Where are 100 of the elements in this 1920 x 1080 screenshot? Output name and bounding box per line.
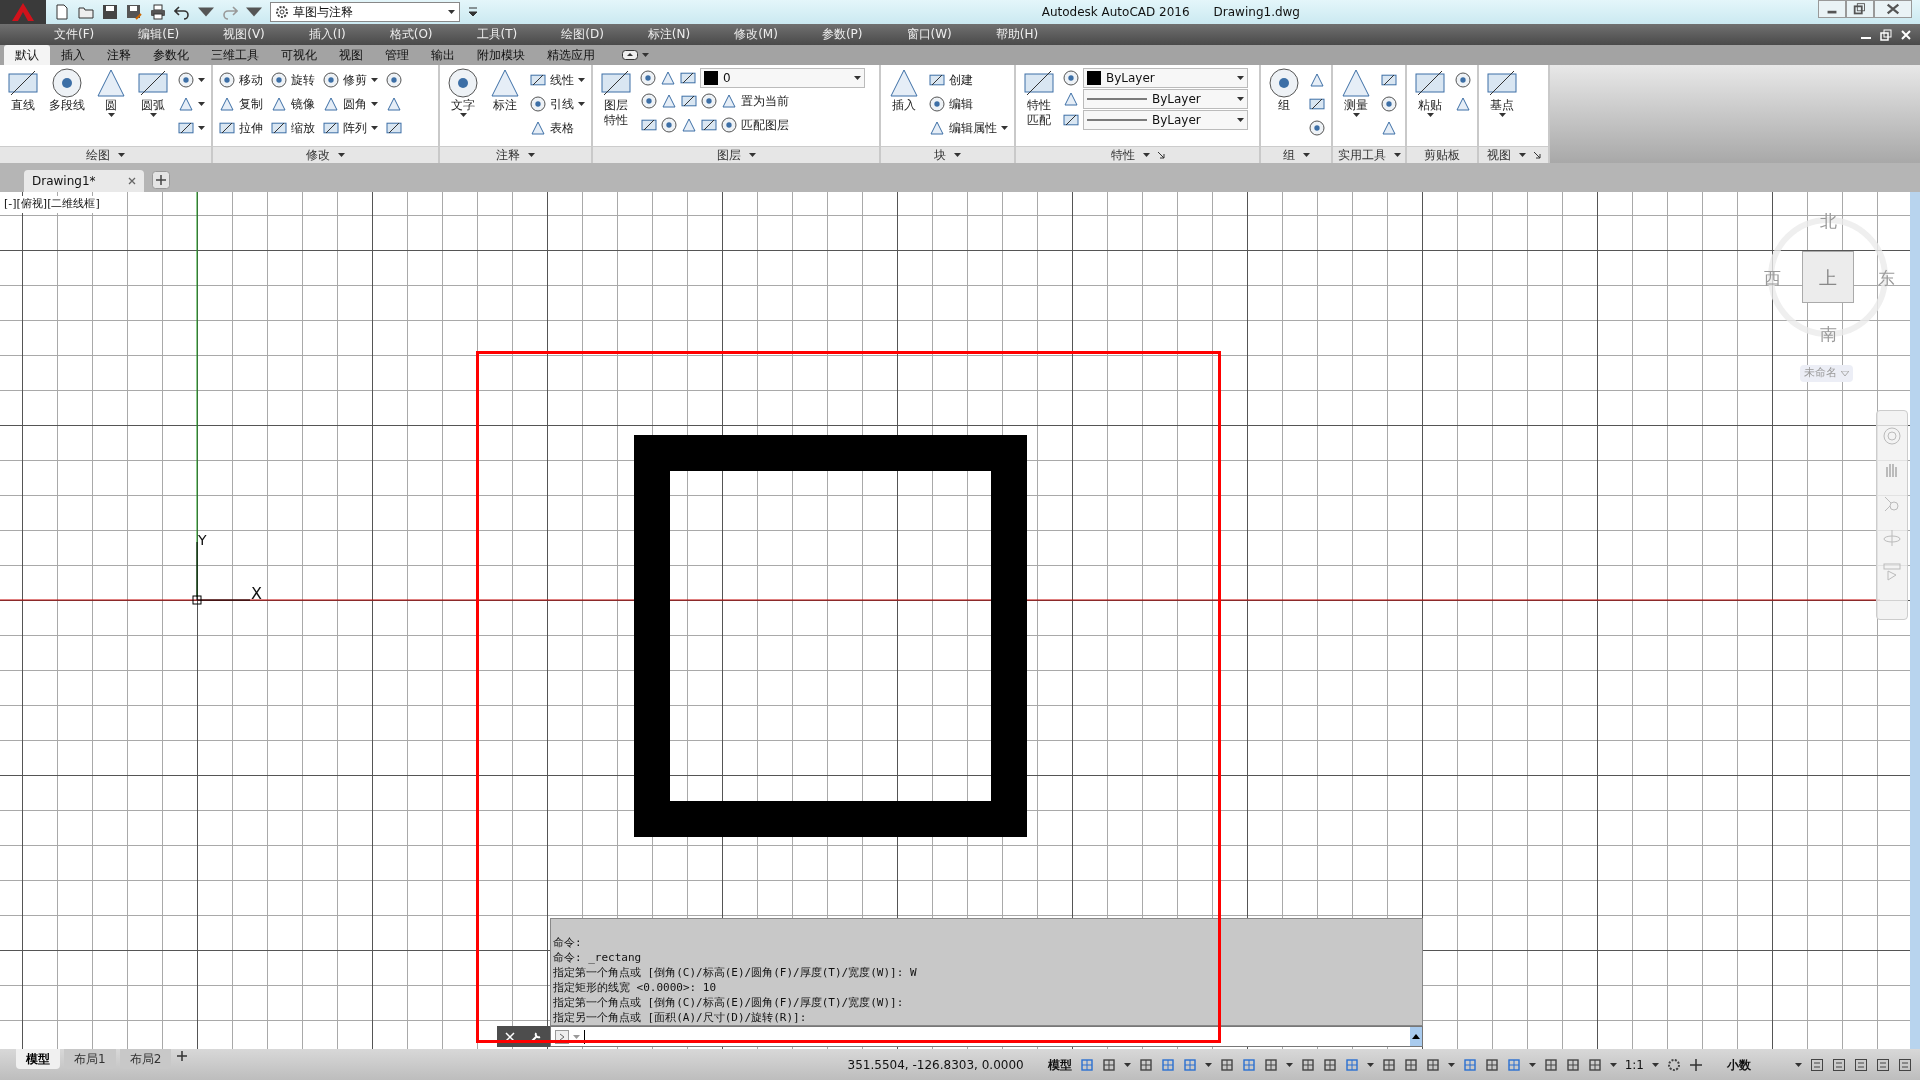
scroll-up-icon[interactable] xyxy=(1410,1027,1422,1046)
file-icon[interactable] xyxy=(54,4,70,20)
toggle-icon[interactable] xyxy=(1182,1057,1197,1072)
toggle-icon[interactable] xyxy=(1587,1057,1602,1072)
wrench-icon[interactable] xyxy=(530,1030,543,1043)
ribbon-tool[interactable]: 表格 xyxy=(529,116,586,139)
caret-icon[interactable] xyxy=(954,153,961,157)
property-select[interactable]: ByLayer xyxy=(1083,89,1248,109)
toggle-icon[interactable] xyxy=(1241,1057,1256,1072)
caret-icon[interactable] xyxy=(1204,1062,1212,1067)
ribbon-tool[interactable]: 插入 xyxy=(886,68,922,146)
menu-icon[interactable] xyxy=(1898,1057,1912,1072)
caret-icon[interactable] xyxy=(198,77,205,82)
calculator-icon[interactable] xyxy=(1810,1057,1824,1072)
ribbon-tab[interactable]: 视图 xyxy=(328,45,374,65)
caret-icon[interactable] xyxy=(578,77,585,82)
ribbon-tool[interactable]: 移动 xyxy=(218,68,264,91)
caret-icon[interactable] xyxy=(1528,1062,1536,1067)
caret-icon[interactable] xyxy=(118,153,125,157)
layout-tab[interactable]: 模型 xyxy=(16,1049,60,1069)
toggle-icon[interactable] xyxy=(1138,1057,1153,1072)
ribbon-tool[interactable]: 圆角 xyxy=(322,92,379,115)
caret-icon[interactable] xyxy=(459,113,467,117)
printer-icon[interactable] xyxy=(150,4,166,20)
ribbon-tool[interactable]: 缩放 xyxy=(270,116,316,139)
caret-icon[interactable] xyxy=(578,101,585,106)
toggle-icon[interactable] xyxy=(1160,1057,1175,1072)
layer-select[interactable]: 0 xyxy=(700,68,865,88)
caret-icon[interactable] xyxy=(198,125,205,130)
undo-icon[interactable] xyxy=(174,4,190,20)
caret-icon[interactable] xyxy=(198,101,205,106)
menu-item[interactable]: 帮助(H) xyxy=(973,24,1061,45)
ribbon-tool[interactable]: 标注 xyxy=(487,68,523,146)
caret-icon[interactable] xyxy=(1393,153,1401,157)
toggle-icon[interactable] xyxy=(1322,1057,1337,1072)
ribbon-tab[interactable]: 精选应用 xyxy=(536,45,606,65)
ribbon-tool[interactable]: 文字 xyxy=(445,68,481,146)
toggle-icon[interactable] xyxy=(1543,1057,1558,1072)
restore-icon[interactable] xyxy=(1880,28,1892,41)
menu-item[interactable]: 绘图(D) xyxy=(539,24,626,45)
plus-icon[interactable] xyxy=(1689,1057,1703,1072)
ribbon-tab[interactable]: 参数化 xyxy=(142,45,200,65)
menu-item[interactable]: 参数(P) xyxy=(799,24,885,45)
ribbon-tool[interactable]: 圆 xyxy=(93,68,129,146)
toggle-icon[interactable] xyxy=(1381,1057,1396,1072)
menu-item[interactable]: 视图(V) xyxy=(201,24,287,45)
ribbon-tool[interactable]: 粘贴 xyxy=(1412,68,1448,146)
ribbon-tab[interactable]: 可视化 xyxy=(270,45,328,65)
viewport-controls[interactable]: [-][俯视][二维线框] xyxy=(4,196,100,213)
add-tab-icon[interactable] xyxy=(175,1049,190,1063)
toggle-icon[interactable] xyxy=(1484,1057,1499,1072)
ribbon-tool[interactable]: 拉伸 xyxy=(218,116,264,139)
menu-item[interactable]: 文件(F) xyxy=(32,24,117,45)
menu-item[interactable]: 格式(O) xyxy=(367,24,455,45)
caret-icon[interactable] xyxy=(1426,113,1434,117)
ribbon-tool[interactable]: 编辑 xyxy=(928,92,1009,115)
toggle-icon[interactable] xyxy=(1506,1057,1521,1072)
caret-icon[interactable] xyxy=(1237,118,1244,122)
menu-item[interactable]: 插入(I) xyxy=(286,24,368,45)
units-select[interactable]: 小数 xyxy=(1727,1055,1787,1074)
caret-icon[interactable] xyxy=(1498,113,1506,117)
ribbon-tool[interactable]: 旋转 xyxy=(270,68,316,91)
folder-icon[interactable] xyxy=(78,4,94,20)
caret-icon[interactable] xyxy=(1142,153,1150,157)
workspace-select[interactable]: 草图与注释 xyxy=(270,2,460,22)
launcher-icon[interactable] xyxy=(1157,151,1165,159)
menu-item[interactable]: 工具(T) xyxy=(454,24,540,45)
document-tab[interactable]: Drawing1* xyxy=(24,170,144,192)
caret-icon[interactable] xyxy=(1285,1062,1293,1067)
toggle-icon[interactable] xyxy=(1101,1057,1116,1072)
close-icon[interactable] xyxy=(1874,0,1912,18)
ribbon-tab[interactable]: 三维工具 xyxy=(200,45,270,65)
caret-icon[interactable] xyxy=(854,76,861,80)
ribbon-tool[interactable]: 编辑属性 xyxy=(928,116,1009,139)
ribbon-tool[interactable]: 组 xyxy=(1266,68,1302,146)
caret-icon[interactable] xyxy=(1352,113,1360,117)
add-tab-icon[interactable] xyxy=(152,171,170,189)
caret-icon[interactable] xyxy=(338,153,345,157)
toggle-icon[interactable] xyxy=(1462,1057,1477,1072)
scroll-bar[interactable] xyxy=(1910,192,1920,1049)
caret-icon[interactable] xyxy=(448,10,455,14)
panel-title[interactable]: 图层 xyxy=(716,146,756,164)
toggle-icon[interactable] xyxy=(1300,1057,1315,1072)
annotation-scale[interactable]: 1:1 xyxy=(1624,1055,1644,1074)
caret-icon[interactable] xyxy=(748,153,756,157)
isolate-icon[interactable] xyxy=(1854,1057,1868,1072)
space-toggle[interactable]: 模型 xyxy=(1047,1055,1072,1074)
ribbon-tab[interactable]: 插入 xyxy=(50,45,96,65)
ribbon-tool[interactable]: 复制 xyxy=(218,92,264,115)
toggle-icon[interactable] xyxy=(1219,1057,1234,1072)
ribbon-tool[interactable]: 多段线 xyxy=(47,68,87,146)
menu-item[interactable]: 窗口(W) xyxy=(884,24,974,45)
ribbon-tool[interactable]: 基点 xyxy=(1484,68,1520,146)
panel-title[interactable]: 绘图 xyxy=(86,146,125,164)
ribbon-tool[interactable]: 测量 xyxy=(1338,68,1374,146)
caret-icon[interactable] xyxy=(642,53,649,57)
property-select[interactable]: ByLayer xyxy=(1083,68,1248,88)
panel-title[interactable]: 特性 xyxy=(1110,146,1150,164)
fullscreen-icon[interactable] xyxy=(1876,1057,1890,1072)
caret-icon[interactable] xyxy=(107,113,115,117)
